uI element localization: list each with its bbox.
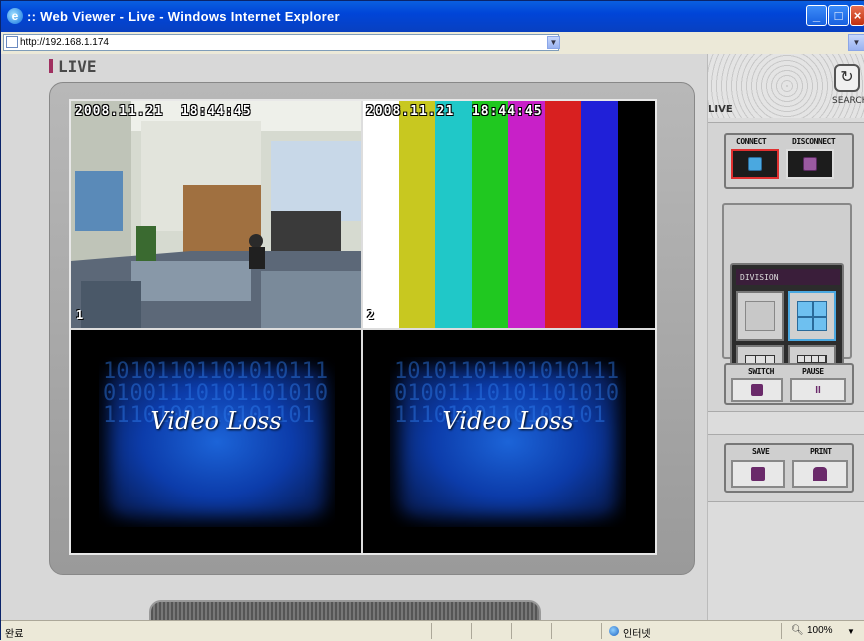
save-print-group: SAVE PRINT — [724, 443, 854, 493]
color-bar-6 — [544, 101, 581, 328]
status-bar: 완료 인터넷 🔍︎ 100% ▼ — [1, 620, 864, 641]
video-loss-background: 1010110110101011101001110101101010111010… — [99, 357, 335, 527]
search-icon[interactable]: ↻ — [834, 64, 860, 92]
switch-label: SWITCH — [748, 367, 774, 376]
zoom-dropdown-icon[interactable]: ▼ — [847, 627, 855, 636]
switch-icon — [751, 384, 763, 396]
search-area: ↻ SEARCH LIVE — [708, 54, 864, 118]
disconnect-label: DISCONNECT — [792, 137, 836, 146]
office-camera-image — [71, 101, 361, 328]
search-label: SEARCH — [832, 96, 864, 106]
live-logo: LIVE — [49, 57, 97, 76]
single-view-icon — [745, 301, 775, 331]
quad-view-icon — [797, 301, 827, 331]
division-4-button[interactable] — [788, 291, 836, 341]
disconnect-button[interactable] — [786, 149, 834, 179]
address-input[interactable]: http://192.168.1.174 ▼ — [3, 34, 560, 51]
monitor-frame: 2008.11.21 18:44:45 1 2008.11.21 18:44:4… — [49, 82, 695, 575]
ie-icon: e — [7, 8, 23, 24]
camera-tile-3[interactable]: 1010110110101011101001110101101010111010… — [71, 329, 361, 553]
address-bar: http://192.168.1.174 ▼ ▼ — [1, 32, 864, 54]
pause-button[interactable]: II — [790, 378, 846, 402]
connect-group: CONNECT DISCONNECT — [724, 133, 854, 189]
pause-label: PAUSE — [802, 367, 824, 376]
zoom-icon: 🔍︎ — [791, 625, 804, 636]
live-label: LIVE — [708, 104, 733, 115]
browser-window: e :: Web Viewer - Live - Windows Interne… — [0, 0, 864, 641]
camera-1-number: 1 — [76, 308, 84, 322]
switch-button[interactable] — [731, 378, 783, 402]
print-label: PRINT — [810, 447, 832, 456]
address-go-button[interactable]: ▼ — [848, 34, 864, 51]
video-loss-background: 1010110110101011101001110101101010111010… — [390, 357, 626, 527]
connect-label: CONNECT — [736, 137, 767, 146]
connect-icon — [748, 157, 762, 171]
title-bar: e :: Web Viewer - Live - Windows Interne… — [1, 1, 864, 32]
status-text: 완료 — [5, 629, 24, 640]
division-title: DIVISION — [736, 269, 840, 285]
maximize-button[interactable]: □ — [828, 5, 849, 26]
close-button[interactable]: × — [850, 5, 864, 26]
color-bar-1 — [362, 101, 399, 328]
globe-icon — [609, 626, 619, 636]
color-bar-2 — [398, 101, 435, 328]
page-icon — [6, 36, 18, 48]
color-bar-7 — [581, 101, 618, 328]
monitor-grille — [149, 600, 541, 620]
disconnect-icon — [803, 157, 817, 171]
save-icon — [751, 467, 765, 481]
color-bar-4 — [471, 101, 508, 328]
color-bars — [362, 101, 654, 328]
grid-divider-horizontal — [71, 328, 655, 330]
color-bar-8 — [617, 101, 654, 328]
save-print-section: SAVE PRINT — [708, 434, 864, 502]
division-1-button[interactable] — [736, 291, 784, 341]
window-title: :: Web Viewer - Live - Windows Internet … — [27, 9, 340, 24]
video-screen: 2008.11.21 18:44:45 1 2008.11.21 18:44:4… — [69, 99, 657, 555]
camera-tile-1[interactable]: 2008.11.21 18:44:45 1 — [71, 101, 361, 328]
minimize-button[interactable]: _ — [806, 5, 827, 26]
address-url: http://192.168.1.174 — [20, 37, 109, 48]
web-viewer-content: LIVE 2008.11.21 18:44:45 1 2008.11.21 18… — [1, 54, 864, 620]
control-panel: ↻ SEARCH LIVE CONNECT DISCONNECT — [707, 54, 864, 620]
camera-2-number: 2 — [367, 308, 375, 322]
video-loss-text: Video Loss — [442, 407, 574, 435]
color-bar-5 — [508, 101, 545, 328]
print-button[interactable] — [792, 460, 848, 488]
zone-text: 인터넷 — [623, 629, 651, 640]
camera-2-timestamp: 2008.11.21 18:44:45 — [366, 104, 543, 119]
camera-tile-2[interactable]: 2008.11.21 18:44:45 2 — [362, 101, 654, 328]
grid-divider-vertical — [361, 101, 363, 553]
video-loss-text: Video Loss — [150, 407, 282, 435]
switch-pause-group: SWITCH PAUSE II — [724, 363, 854, 405]
color-bar-3 — [435, 101, 472, 328]
camera-tile-4[interactable]: 1010110110101011101001110101101010111010… — [362, 329, 654, 553]
address-dropdown-button[interactable]: ▼ — [547, 36, 560, 49]
print-icon — [813, 467, 827, 481]
save-button[interactable] — [731, 460, 785, 488]
live-controls-section: CONNECT DISCONNECT DIVISION SWITCH PAUSE… — [708, 122, 864, 412]
zoom-level[interactable]: 100% — [807, 625, 833, 636]
connect-button[interactable] — [731, 149, 779, 179]
save-label: SAVE — [752, 447, 770, 456]
pause-icon: II — [815, 384, 821, 396]
camera-1-timestamp: 2008.11.21 18:44:45 — [75, 104, 252, 119]
